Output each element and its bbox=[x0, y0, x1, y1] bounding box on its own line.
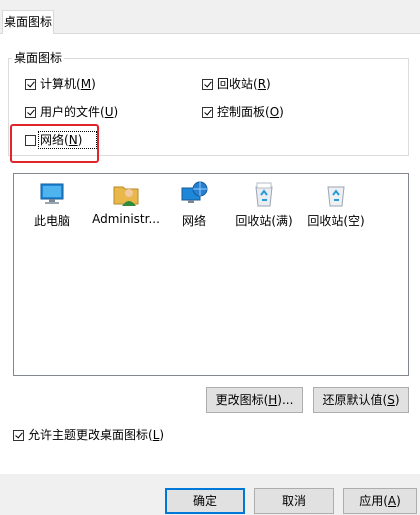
highlight-annotation bbox=[10, 124, 99, 163]
desktop-icon-list[interactable]: 此电脑 Administr... 网络 回收站(满) 回收站(空) bbox=[13, 173, 409, 376]
recycle-bin-empty-icon bbox=[327, 186, 345, 207]
computer-icon bbox=[40, 183, 64, 204]
ok-button[interactable]: 确定 bbox=[165, 488, 245, 514]
icon-item-recycle-full[interactable]: 回收站(满) bbox=[228, 180, 300, 229]
checkbox-box[interactable] bbox=[13, 429, 24, 441]
change-icon-button[interactable]: 更改图标(H)... bbox=[206, 387, 303, 413]
icon-item-this-pc[interactable]: 此电脑 bbox=[16, 180, 88, 229]
recycle-bin-checkbox[interactable]: 回收站(R) bbox=[202, 76, 271, 92]
icon-item-network[interactable]: 网络 bbox=[158, 180, 230, 229]
apply-button[interactable]: 应用(A) bbox=[343, 488, 417, 514]
checkbox-box[interactable] bbox=[202, 78, 213, 90]
allow-themes-checkbox[interactable]: 允许主题更改桌面图标(L) bbox=[13, 427, 164, 443]
tab-divider bbox=[0, 33, 420, 34]
icon-item-recycle-empty[interactable]: 回收站(空) bbox=[300, 180, 372, 229]
checkbox-box[interactable] bbox=[202, 106, 213, 118]
checkbox-box[interactable] bbox=[25, 106, 36, 118]
icon-item-administrator[interactable]: Administr... bbox=[88, 180, 164, 226]
user-files-checkbox[interactable]: 用户的文件(U) bbox=[25, 104, 118, 120]
group-legend: 桌面图标 bbox=[12, 50, 65, 66]
user-folder-icon bbox=[113, 186, 139, 206]
restore-default-button[interactable]: 还原默认值(S) bbox=[313, 387, 409, 413]
tab-desktop-icons[interactable]: 桌面图标 bbox=[2, 10, 54, 34]
network-icon bbox=[181, 181, 208, 203]
computer-checkbox[interactable]: 计算机(M) bbox=[25, 76, 96, 92]
control-panel-checkbox[interactable]: 控制面板(O) bbox=[202, 104, 284, 120]
cancel-button[interactable]: 取消 bbox=[254, 488, 334, 514]
recycle-bin-full-icon bbox=[255, 182, 273, 207]
checkbox-box[interactable] bbox=[25, 78, 36, 90]
